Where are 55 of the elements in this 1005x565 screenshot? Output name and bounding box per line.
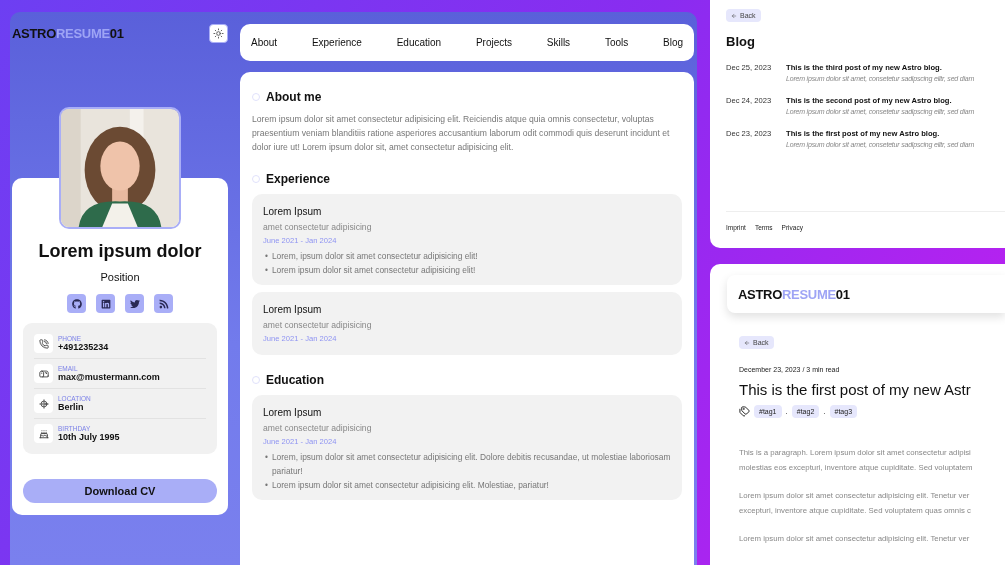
nav-link[interactable]: About: [251, 37, 278, 48]
logo[interactable]: ASTRORESUME01: [738, 286, 850, 302]
contact-value: 10th July 1995: [58, 432, 120, 442]
entry-subtitle: amet consectetur adipisicing: [263, 423, 373, 433]
bullet-marker: •: [265, 451, 268, 464]
theme-toggle-button[interactable]: [209, 23, 228, 43]
linkedin-icon: [100, 298, 111, 309]
entry-title: Lorem Ipsum: [263, 206, 323, 217]
github-icon: [71, 298, 82, 309]
social-link[interactable]: [125, 294, 144, 313]
contact-value: max@mustermann.com: [58, 372, 160, 382]
contact-value: Berlin: [58, 402, 85, 412]
bullet-marker: •: [265, 250, 268, 263]
section-title: About me: [266, 90, 322, 104]
mailbox-icon: [34, 364, 53, 383]
phone-icon: [34, 334, 53, 353]
contact-value: +491235234: [58, 342, 109, 352]
social-link[interactable]: [154, 294, 173, 313]
nav-link[interactable]: Tools: [604, 37, 629, 48]
social-link[interactable]: [96, 294, 115, 313]
target-icon: [34, 394, 53, 413]
profile-position: Position: [100, 271, 140, 283]
tags-icon: [739, 406, 750, 417]
logo[interactable]: ASTRORESUME01: [12, 25, 124, 41]
section-title: Experience: [266, 172, 331, 186]
cake-icon: [34, 424, 53, 443]
entry-subtitle: amet consectetur adipisicing: [263, 222, 373, 232]
entry-title: Lorem Ipsum: [263, 407, 323, 418]
entry-title: Lorem Ipsum: [263, 304, 323, 315]
nav-link[interactable]: Blog: [663, 37, 683, 48]
nav-link[interactable]: Projects: [475, 37, 513, 48]
about-text: Lorem ipsum dolor sit amet consectetur adipisicing elit. Reiciendis atque quia omnis consectetur, voluptas praesentium veniam blanditiis ratione asperiores accusantium laborum odit commodi quis deserunt incidunt et dolor iure ut! Lorem ipsum dolor sit, amet consectetur adipisicing elit.: [252, 113, 671, 154]
arrow-left-icon: [731, 12, 737, 19]
page-title: Blog: [726, 34, 756, 49]
bullet-item: Lorem, ipsum dolor sit amet consectetur adipisicing elit!: [271, 250, 478, 263]
twitter-icon: [129, 298, 140, 309]
rss-icon: [158, 298, 169, 309]
sun-icon: [213, 27, 224, 39]
post-title: This is the first post of my new Astr: [739, 381, 972, 398]
bullet-marker: •: [265, 264, 268, 277]
bullet-item: Lorem ipsum dolor sit amet consectetur adipisicing elit!: [271, 264, 476, 277]
entry-subtitle: amet consectetur adipisicing: [263, 320, 373, 330]
arrow-left-icon: [744, 339, 750, 346]
tag-separator: .: [823, 407, 826, 416]
section-title: Education: [266, 373, 324, 387]
nav-link[interactable]: Experience: [311, 37, 362, 48]
social-link[interactable]: [67, 294, 86, 313]
download-button[interactable]: Download CV: [23, 479, 217, 503]
bullet-item: Lorem ipsum dolor sit amet consectetur adipisicing elit. Molestiae, pariatur!: [271, 479, 549, 492]
nav-link[interactable]: Education: [396, 37, 442, 48]
profile-name: Lorem ipsum dolor: [38, 241, 202, 262]
tag-separator: .: [785, 407, 788, 416]
nav-link[interactable]: Skills: [546, 37, 571, 48]
bullet-marker: •: [265, 479, 268, 492]
bullet-item: Lorem, ipsum dolor sit amet consectetur adipisicing elit. Dolore debitis recusandae, ut molestiae laboriosam pariatur!: [271, 451, 671, 478]
